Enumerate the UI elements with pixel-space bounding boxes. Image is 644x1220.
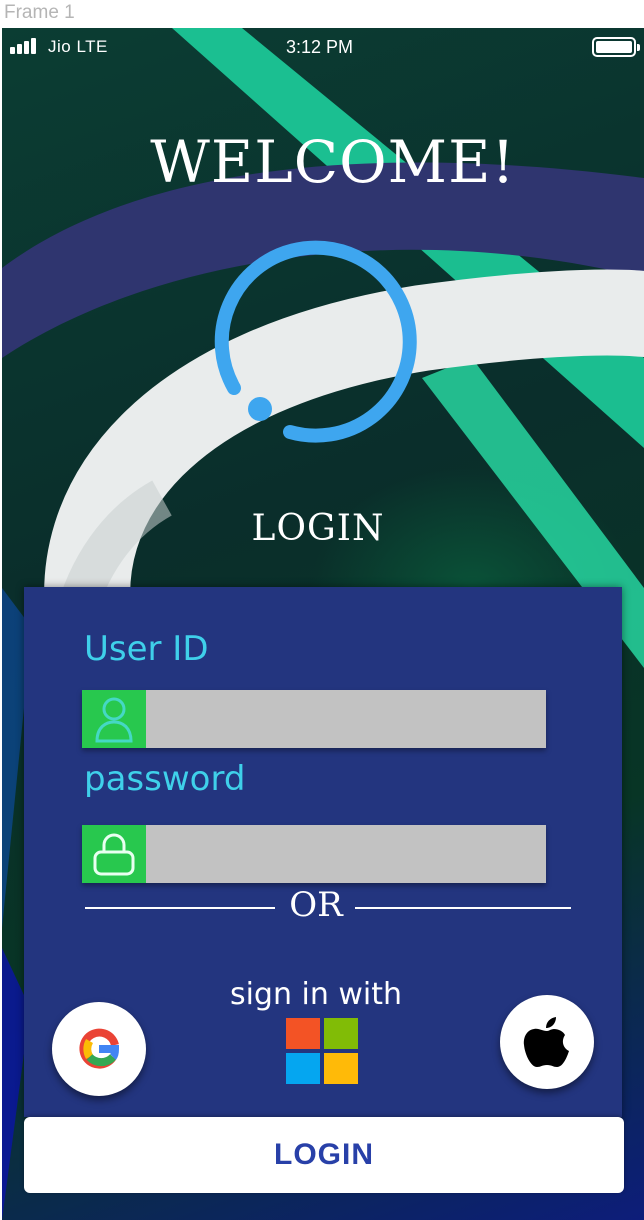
login-button[interactable]: LOGIN xyxy=(24,1117,624,1193)
user-icon xyxy=(82,690,146,748)
password-field[interactable] xyxy=(82,825,546,883)
microsoft-signin-button[interactable] xyxy=(286,1018,360,1084)
lock-icon xyxy=(82,825,146,883)
or-divider-text: OR xyxy=(289,885,343,925)
user-id-field[interactable] xyxy=(82,690,546,748)
status-bar: Jio LTE 3:12 PM xyxy=(2,28,644,68)
signal-bars-icon xyxy=(10,38,36,54)
frame-label: Frame 1 xyxy=(4,2,75,23)
google-signin-button[interactable] xyxy=(52,1002,146,1096)
apple-icon xyxy=(523,1017,569,1067)
user-id-input[interactable] xyxy=(146,690,546,748)
apple-signin-button[interactable] xyxy=(500,995,594,1089)
battery-full-icon xyxy=(592,37,640,57)
circle-logo-icon xyxy=(214,240,417,443)
google-icon xyxy=(79,1028,120,1069)
status-time: 3:12 PM xyxy=(286,37,354,57)
divider-right xyxy=(355,907,571,909)
carrier-label: Jio LTE xyxy=(48,37,108,56)
login-heading: LOGIN xyxy=(251,508,385,549)
user-id-label: User ID xyxy=(84,629,209,669)
welcome-title: WELCOME! xyxy=(150,128,516,196)
password-input[interactable] xyxy=(146,825,546,883)
password-label: password xyxy=(84,759,246,799)
